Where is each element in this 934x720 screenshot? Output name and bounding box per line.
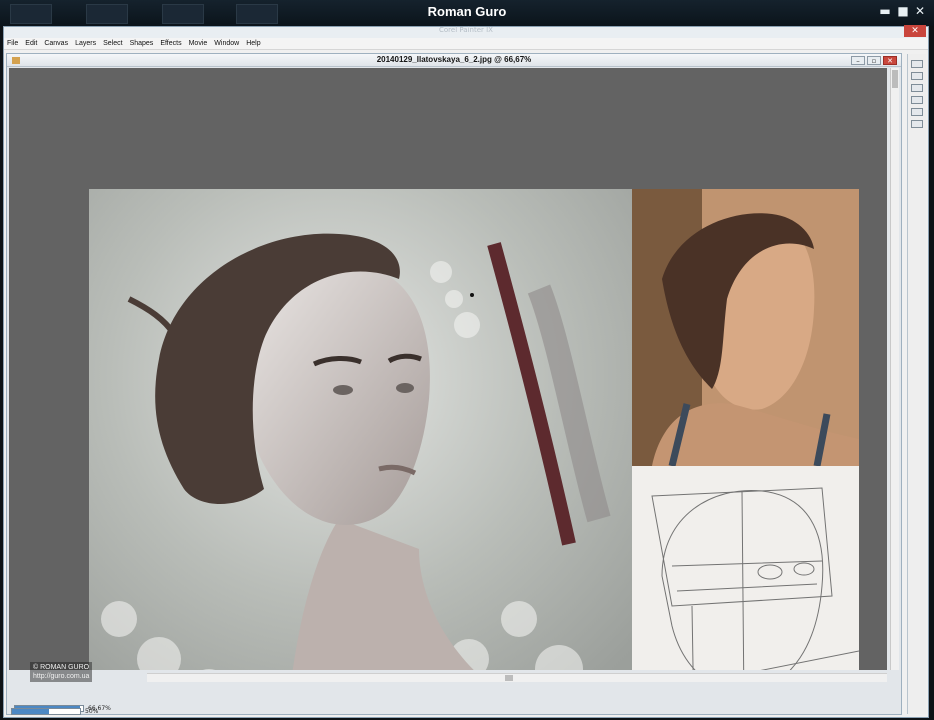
document-titlebar: 20140129_Ilatovskaya_6_2.jpg @ 66,67% – … bbox=[7, 54, 901, 67]
reference-portrait bbox=[632, 189, 859, 466]
strip-button[interactable] bbox=[911, 84, 923, 92]
menu-shapes[interactable]: Shapes bbox=[130, 40, 154, 47]
painting-canvas[interactable] bbox=[89, 189, 632, 670]
app-title: Corel Painter IX bbox=[439, 26, 493, 34]
portrait-painting bbox=[89, 189, 632, 670]
app-titlebar: Corel Painter IX ✕ bbox=[4, 25, 928, 38]
document-window: 20140129_Ilatovskaya_6_2.jpg @ 66,67% – … bbox=[6, 53, 902, 715]
document-minimize-button[interactable]: – bbox=[851, 56, 865, 65]
menu-window[interactable]: Window bbox=[214, 40, 239, 47]
menubar: File Edit Canvas Layers Select Shapes Effects M… bbox=[4, 38, 928, 50]
screen: Roman Guro ▬ ■ ✕ Corel Painter IX ✕ File… bbox=[0, 0, 934, 720]
menu-movie[interactable]: Movie bbox=[189, 40, 208, 47]
menu-canvas[interactable]: Canvas bbox=[44, 40, 68, 47]
minimize-button[interactable]: ▬ bbox=[878, 4, 892, 18]
watermark-line: © ROMAN GURO bbox=[33, 664, 90, 671]
zoom-slider[interactable] bbox=[11, 708, 81, 715]
horizontal-scroll-thumb[interactable] bbox=[505, 675, 513, 681]
document-title: 20140129_Ilatovskaya_6_2.jpg @ 66,67% bbox=[376, 55, 532, 64]
menu-edit[interactable]: Edit bbox=[25, 40, 37, 47]
strip-button[interactable] bbox=[911, 72, 923, 80]
right-toolbar-strip bbox=[907, 54, 926, 714]
app-statusbar: 50% bbox=[7, 707, 147, 716]
window-title: Roman Guro bbox=[427, 4, 507, 19]
strip-button[interactable] bbox=[911, 120, 923, 128]
vertical-scroll-thumb[interactable] bbox=[892, 70, 898, 88]
zoom-value: 50% bbox=[85, 708, 99, 715]
strip-button[interactable] bbox=[911, 96, 923, 104]
document-close-button[interactable]: ✕ bbox=[883, 56, 897, 65]
construction-sketch bbox=[632, 466, 859, 670]
close-button[interactable]: ✕ bbox=[913, 4, 927, 18]
menu-select[interactable]: Select bbox=[103, 40, 122, 47]
reference-photo bbox=[632, 189, 859, 466]
maximize-button[interactable]: ■ bbox=[896, 4, 910, 18]
strip-button[interactable] bbox=[911, 60, 923, 68]
document-restore-button[interactable]: ▫ bbox=[867, 56, 881, 65]
vertical-scrollbar[interactable] bbox=[890, 68, 899, 670]
menu-effects[interactable]: Effects bbox=[160, 40, 181, 47]
zoom-fill bbox=[12, 709, 50, 714]
head-sketch bbox=[651, 487, 859, 670]
horizontal-scrollbar[interactable] bbox=[147, 673, 887, 682]
strip-button[interactable] bbox=[911, 108, 923, 116]
painter-app: Corel Painter IX ✕ File Edit Canvas Layers S… bbox=[3, 25, 929, 718]
brush-cursor bbox=[470, 293, 474, 297]
watermark: © ROMAN GURO http://guro.com.ua bbox=[30, 662, 93, 682]
menu-help[interactable]: Help bbox=[246, 40, 260, 47]
menu-layers[interactable]: Layers bbox=[75, 40, 96, 47]
app-close-button[interactable]: ✕ bbox=[904, 25, 926, 37]
window-titlebar: Roman Guro ▬ ■ ✕ bbox=[0, 0, 934, 26]
canvas-area[interactable] bbox=[9, 68, 887, 670]
watermark-url: http://guro.com.ua bbox=[33, 673, 90, 680]
menu-file[interactable]: File bbox=[7, 40, 18, 47]
